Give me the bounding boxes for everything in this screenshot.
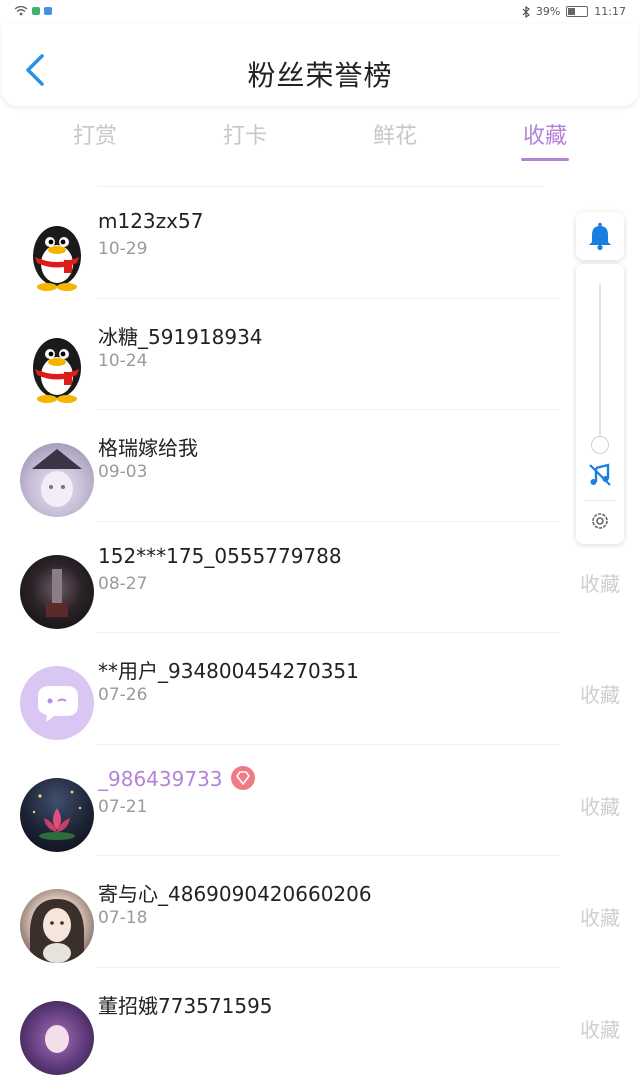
tab-flowers[interactable]: 鲜花 bbox=[345, 118, 445, 150]
list-item[interactable]: 冰糖_591918934 10-24 bbox=[0, 299, 640, 411]
floating-control-panel bbox=[576, 264, 624, 544]
music-off-icon bbox=[587, 462, 613, 488]
app-notification-icon-2 bbox=[44, 7, 52, 15]
favorite-date: 07-21 bbox=[98, 797, 147, 817]
gear-icon bbox=[589, 510, 611, 532]
header-bar: 粉丝荣誉榜 bbox=[2, 24, 638, 106]
fan-list: m123zx57 10-29 冰糖_591918934 10-24 bbox=[0, 187, 640, 1079]
bluetooth-icon bbox=[522, 6, 530, 18]
user-name: 董招娥773571595 bbox=[98, 990, 273, 1019]
favorite-label: 收藏 bbox=[580, 679, 620, 708]
notification-button[interactable] bbox=[576, 212, 624, 260]
list-item[interactable]: **用户_934800454270351 07-26 收藏 bbox=[0, 633, 640, 745]
favorite-label: 收藏 bbox=[580, 1014, 620, 1043]
user-name: 冰糖_591918934 bbox=[98, 321, 263, 350]
user-name: 152***175_0555779788 bbox=[98, 544, 342, 568]
tab-tips[interactable]: 打赏 bbox=[45, 118, 145, 150]
list-item[interactable]: 董招娥773571595 收藏 bbox=[0, 968, 640, 1079]
favorite-label: 收藏 bbox=[580, 791, 620, 820]
battery-percent: 39% bbox=[536, 5, 560, 18]
volume-slider-track[interactable] bbox=[599, 284, 601, 454]
anime-witch-avatar[interactable] bbox=[20, 443, 94, 517]
user-name: m123zx57 bbox=[98, 209, 203, 233]
battery-icon bbox=[566, 6, 588, 17]
user-name: **用户_934800454270351 bbox=[98, 655, 359, 684]
qq-penguin-avatar[interactable] bbox=[20, 220, 94, 294]
page-title: 粉丝荣誉榜 bbox=[2, 54, 638, 94]
settings-button[interactable] bbox=[589, 510, 611, 532]
user-name: _986439733 bbox=[98, 767, 255, 793]
favorite-date: 08-27 bbox=[98, 574, 147, 594]
list-item[interactable]: 152***175_0555779788 08-27 收藏 bbox=[0, 522, 640, 634]
status-icons-left bbox=[14, 6, 52, 16]
user-name-text: _986439733 bbox=[98, 767, 223, 791]
favorite-date: 07-18 bbox=[98, 908, 147, 928]
battery-level-fill bbox=[568, 8, 575, 15]
status-icons-right: 39% 11:17 bbox=[522, 5, 626, 18]
active-tab-indicator bbox=[521, 158, 569, 161]
favorite-date: 07-26 bbox=[98, 685, 147, 705]
favorite-label: 收藏 bbox=[580, 568, 620, 597]
chat-bubble-avatar[interactable] bbox=[20, 666, 94, 740]
favorite-label: 收藏 bbox=[580, 902, 620, 931]
list-item[interactable]: m123zx57 10-29 bbox=[0, 187, 640, 299]
panel-divider bbox=[584, 500, 616, 501]
user-name: 格瑞嫁给我 bbox=[98, 432, 198, 461]
list-item[interactable]: 寄与心_4869090420660206 07-18 收藏 bbox=[0, 856, 640, 968]
tab-bar: 打赏 打卡 鲜花 收藏 bbox=[0, 114, 640, 164]
wifi-icon bbox=[14, 6, 28, 16]
dark-photo-avatar[interactable] bbox=[20, 555, 94, 629]
volume-slider-handle[interactable] bbox=[591, 436, 609, 454]
app-notification-icon bbox=[32, 7, 40, 15]
tab-favorites[interactable]: 收藏 bbox=[495, 118, 595, 150]
qq-penguin-avatar[interactable] bbox=[20, 332, 94, 406]
lotus-avatar[interactable] bbox=[20, 778, 94, 852]
tab-checkin[interactable]: 打卡 bbox=[195, 118, 295, 150]
diamond-badge-icon bbox=[231, 766, 255, 790]
status-bar: 39% 11:17 bbox=[0, 0, 640, 24]
purple-anime-avatar[interactable] bbox=[20, 1001, 94, 1075]
user-name: 寄与心_4869090420660206 bbox=[98, 878, 372, 907]
bell-icon bbox=[576, 212, 624, 260]
favorite-date: 10-29 bbox=[98, 239, 147, 259]
clock: 11:17 bbox=[594, 5, 626, 18]
list-item[interactable]: _986439733 07-21 收藏 bbox=[0, 745, 640, 857]
music-toggle-button[interactable] bbox=[587, 462, 613, 488]
list-item[interactable]: 格瑞嫁给我 09-03 bbox=[0, 410, 640, 522]
girl-photo-avatar[interactable] bbox=[20, 889, 94, 963]
favorite-date: 10-24 bbox=[98, 351, 147, 371]
favorite-date: 09-03 bbox=[98, 462, 147, 482]
